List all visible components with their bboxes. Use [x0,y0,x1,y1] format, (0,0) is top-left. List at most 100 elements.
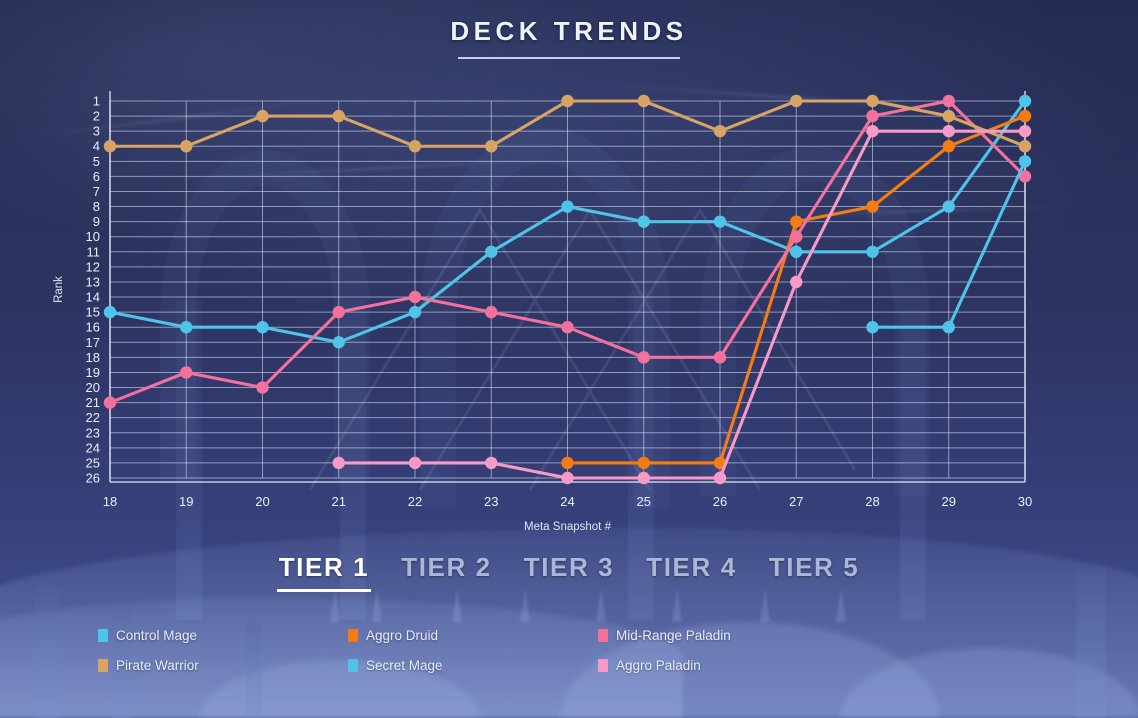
series-data-point[interactable] [561,456,574,470]
x-tick-label: 23 [484,494,498,509]
series-data-point[interactable] [790,94,803,108]
series-line [337,129,1027,480]
series-data-point[interactable] [256,381,269,394]
series-data-point[interactable] [103,305,117,319]
series-data-point[interactable] [408,290,422,304]
legend-item[interactable]: Aggro Paladin [598,650,848,680]
series-data-point[interactable] [790,275,803,289]
series-data-point[interactable] [561,321,574,334]
x-tick-label: 18 [103,494,117,509]
legend-item[interactable]: Pirate Warrior [98,650,348,680]
tier-tab-2[interactable]: TIER 2 [399,552,494,592]
series-data-point[interactable] [561,471,574,485]
series-data-point[interactable] [637,215,650,228]
series-data-point[interactable] [561,94,574,108]
series-data-point[interactable] [1018,109,1032,123]
series-data-point[interactable] [790,245,803,258]
y-tick-label: 9 [93,214,100,229]
tier-tab-3[interactable]: TIER 3 [522,552,617,592]
series-data-point[interactable] [408,456,422,470]
x-axis-title: Meta Snapshot # [524,521,612,533]
series-data-point[interactable] [180,140,193,153]
series-data-point[interactable] [713,351,727,364]
series-data-point[interactable] [1018,140,1032,153]
x-axis-tick-labels: 18 19 20 21 22 23 24 25 26 27 28 29 30 [103,494,1032,509]
series-data-point[interactable] [180,321,193,334]
x-tick-label: 27 [789,494,803,509]
tier-tab-1[interactable]: TIER 1 [276,552,372,592]
legend-item[interactable]: Secret Mage [348,650,598,680]
series-data-point[interactable] [180,366,193,379]
background-ice-spike [452,588,462,622]
series-data-point[interactable] [637,471,650,485]
series-data-point[interactable] [713,471,727,485]
series-data-point[interactable] [103,140,117,153]
background-ice-spike [672,588,682,622]
y-tick-label: 21 [86,395,100,410]
series-data-point[interactable] [485,456,498,470]
series-data-point[interactable] [866,124,879,138]
tier-tabs[interactable]: TIER 1 TIER 2 TIER 3 TIER 4 TIER 5 [0,552,1138,592]
series-aggro-paladin [332,124,1032,485]
y-tick-label: 6 [93,169,100,184]
series-data-point[interactable] [408,305,422,319]
series-data-point[interactable] [866,321,879,334]
legend-item[interactable]: Aggro Druid [348,620,598,650]
series-data-point[interactable] [942,200,955,213]
legend-item[interactable]: Mid-Range Paladin [598,620,848,650]
series-data-point[interactable] [637,456,650,470]
series-data-point[interactable] [485,140,498,153]
y-tick-label: 4 [93,139,100,154]
background-ice-spike [836,588,846,622]
y-tick-label: 5 [93,154,100,169]
tier-tab-5[interactable]: TIER 5 [767,552,862,592]
legend-color-swatch [98,658,108,672]
series-data-point[interactable] [561,200,574,213]
y-tick-label: 24 [86,440,100,455]
chart-svg: 1234567891011121314151617181920212223242… [53,91,1032,533]
series-data-point[interactable] [332,305,345,319]
series-data-point[interactable] [713,215,727,228]
legend-item-label: Aggro Druid [366,627,439,643]
series-data-point[interactable] [1018,155,1032,168]
series-data-point[interactable] [103,396,117,409]
series-data-point[interactable] [332,109,345,123]
series-data-point[interactable] [485,245,498,258]
series-data-point[interactable] [256,321,269,334]
series-data-point[interactable] [942,321,955,334]
x-tick-label: 25 [637,494,651,509]
series-data-point[interactable] [866,200,879,213]
legend-item-label: Secret Mage [366,657,443,673]
y-tick-label: 20 [86,380,100,395]
y-tick-label: 25 [86,455,100,470]
series-data-point[interactable] [866,245,879,258]
series-data-point[interactable] [790,215,803,228]
series-data-point[interactable] [942,124,955,138]
legend-color-swatch [598,628,608,642]
series-data-point[interactable] [866,109,879,123]
series-data-point[interactable] [942,140,955,153]
legend-item-label: Aggro Paladin [616,657,701,673]
chart-gridlines [109,100,1026,479]
series-data-point[interactable] [942,109,955,123]
page-title: DECK TRENDS [450,16,688,46]
series-data-point[interactable] [942,94,955,108]
y-tick-label: 7 [93,184,100,199]
legend-color-swatch [348,658,358,672]
series-data-point[interactable] [1018,94,1032,108]
tier-tab-4[interactable]: TIER 4 [644,552,739,592]
series-data-point[interactable] [332,336,345,349]
series-data-point[interactable] [790,230,803,243]
legend-item[interactable]: Control Mage [98,620,348,650]
series-data-point[interactable] [866,94,879,108]
y-tick-label: 26 [86,471,100,486]
series-data-point[interactable] [637,94,650,108]
series-data-point[interactable] [256,109,269,123]
series-data-point[interactable] [713,124,727,138]
series-data-point[interactable] [485,305,498,319]
series-data-point[interactable] [637,351,650,364]
y-tick-label: 19 [86,365,100,380]
series-data-point[interactable] [332,456,345,470]
series-data-point[interactable] [408,140,422,153]
series-data-point[interactable] [1018,124,1032,138]
